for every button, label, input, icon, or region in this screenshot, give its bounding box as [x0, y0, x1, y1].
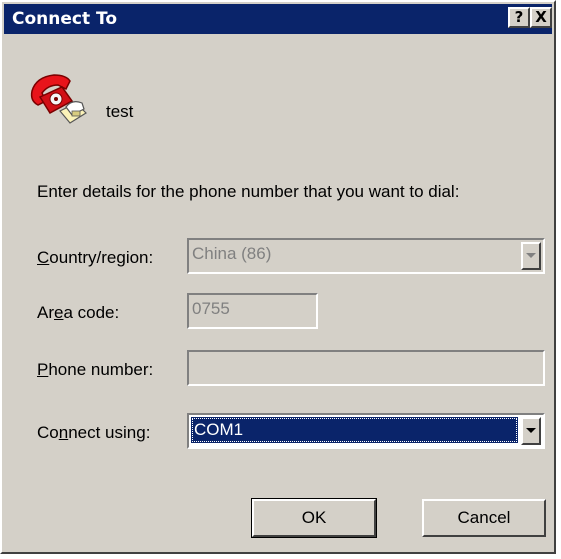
- help-button[interactable]: ?: [508, 7, 530, 28]
- connect-using-label: Connect using:: [37, 423, 151, 442]
- country-dropdown-button[interactable]: [521, 242, 541, 270]
- chevron-down-icon: [526, 253, 536, 258]
- area-code-value: 0755: [192, 299, 230, 318]
- connect-to-dialog: Connect To ? X test Enter details for th…: [0, 0, 556, 554]
- country-region-select[interactable]: China (86): [187, 238, 545, 274]
- phone-connection-icon: [30, 74, 87, 124]
- area-code-input[interactable]: 0755: [187, 293, 318, 329]
- ok-button[interactable]: OK: [251, 498, 377, 538]
- connection-name: test: [106, 102, 134, 121]
- chevron-down-icon: [526, 428, 536, 433]
- phone-number-label: Phone number:: [37, 360, 154, 379]
- area-code-label: Area code:: [37, 303, 120, 322]
- title-bar[interactable]: Connect To ? X: [4, 4, 552, 34]
- connect-using-value: COM1: [191, 417, 518, 443]
- connect-using-dropdown-button[interactable]: [521, 417, 541, 445]
- connect-using-select[interactable]: COM1: [187, 413, 545, 449]
- close-button[interactable]: X: [530, 7, 552, 28]
- instruction-text: Enter details for the phone number that …: [37, 182, 460, 201]
- country-region-value: China (86): [192, 244, 272, 263]
- phone-number-input[interactable]: [187, 350, 545, 386]
- cancel-button[interactable]: Cancel: [422, 499, 546, 537]
- country-region-label: Country/region:: [37, 248, 154, 267]
- window-title: Connect To: [12, 9, 118, 29]
